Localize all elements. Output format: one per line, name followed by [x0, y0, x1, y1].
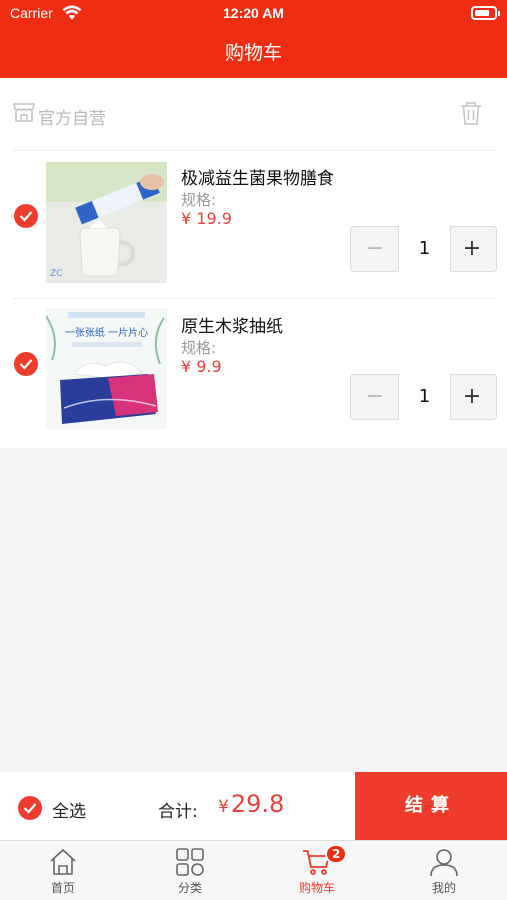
profile-icon	[430, 849, 458, 877]
cart-item: ZC 极减益生菌果物膳食 规格: ¥ 19.9 − 1 +	[0, 152, 507, 300]
app-header: Carrier 12:20 AM 购物车	[0, 0, 507, 78]
category-icon	[176, 848, 204, 876]
tab-home[interactable]: 首页	[0, 841, 126, 900]
increase-button[interactable]: +	[448, 227, 496, 271]
tab-label: 购物车	[298, 881, 335, 895]
select-all-checkbox[interactable]	[18, 796, 42, 820]
product-image[interactable]: 一张张纸 一片片心	[46, 308, 167, 429]
thumb-watermark: ZC	[50, 269, 62, 279]
divider	[12, 298, 495, 299]
tab-cart[interactable]: 2 购物车	[254, 841, 380, 900]
checkout-bar: 全选 合计: ¥29.8 结算	[0, 772, 507, 840]
divider	[12, 150, 495, 151]
quantity-stepper: − 1 +	[350, 226, 497, 272]
product-spec-label: 规格:	[181, 191, 217, 209]
tab-category[interactable]: 分类	[127, 841, 253, 900]
tab-profile[interactable]: 我的	[381, 841, 507, 900]
increase-button[interactable]: +	[448, 375, 496, 419]
status-time: 12:20 AM	[223, 5, 284, 21]
tissue-product-image: 一张张纸 一片片心	[46, 308, 167, 429]
store-icon	[13, 103, 35, 122]
shop-header: 官方自营	[0, 78, 507, 150]
product-image[interactable]: ZC	[46, 162, 167, 283]
total-amount: ¥29.8	[218, 790, 284, 818]
probiotic-product-image: ZC	[46, 162, 167, 283]
product-title[interactable]: 极减益生菌果物膳食	[181, 164, 334, 189]
product-spec-label: 规格:	[181, 339, 217, 357]
check-icon	[23, 803, 37, 814]
product-price: ¥ 9.9	[181, 357, 222, 376]
currency-symbol: ¥	[218, 797, 229, 817]
checkout-button[interactable]: 结算	[355, 772, 507, 840]
quantity-value[interactable]: 1	[398, 374, 451, 420]
status-bar: Carrier 12:20 AM	[0, 0, 507, 28]
product-title[interactable]: 原生木浆抽纸	[181, 312, 283, 337]
tab-label: 分类	[177, 881, 202, 895]
decrease-button[interactable]: −	[351, 227, 399, 271]
battery-icon	[471, 6, 500, 20]
home-icon	[50, 848, 76, 875]
thumb-slogan: 一张张纸 一片片心	[65, 326, 148, 339]
total-value: 29.8	[230, 790, 285, 818]
page-title: 购物车	[224, 42, 282, 64]
item-checkbox[interactable]	[14, 352, 38, 376]
shop-name: 官方自营	[38, 109, 106, 129]
tab-label: 我的	[431, 881, 456, 895]
cart-item: 一张张纸 一片片心 原生木浆抽纸 规格: ¥ 9.9 − 1 +	[0, 300, 507, 448]
check-icon	[19, 211, 33, 222]
tab-bar: 首页 分类 2 购物车 我的	[0, 840, 507, 900]
total-label: 合计:	[158, 802, 198, 822]
cart-count-badge: 2	[325, 844, 348, 864]
select-all-label[interactable]: 全选	[52, 797, 86, 822]
check-icon	[19, 359, 33, 370]
decrease-button[interactable]: −	[351, 375, 399, 419]
shop-cart-card: 官方自营 ZC 极减益生菌果物膳食 规格: ¥ 19.9 − 1 + 一张张纸 …	[0, 78, 507, 448]
product-price: ¥ 19.9	[181, 209, 232, 228]
tab-label: 首页	[50, 881, 75, 895]
quantity-value[interactable]: 1	[398, 226, 451, 272]
item-checkbox[interactable]	[14, 204, 38, 228]
trash-icon[interactable]	[458, 100, 484, 126]
quantity-stepper: − 1 +	[350, 374, 497, 420]
